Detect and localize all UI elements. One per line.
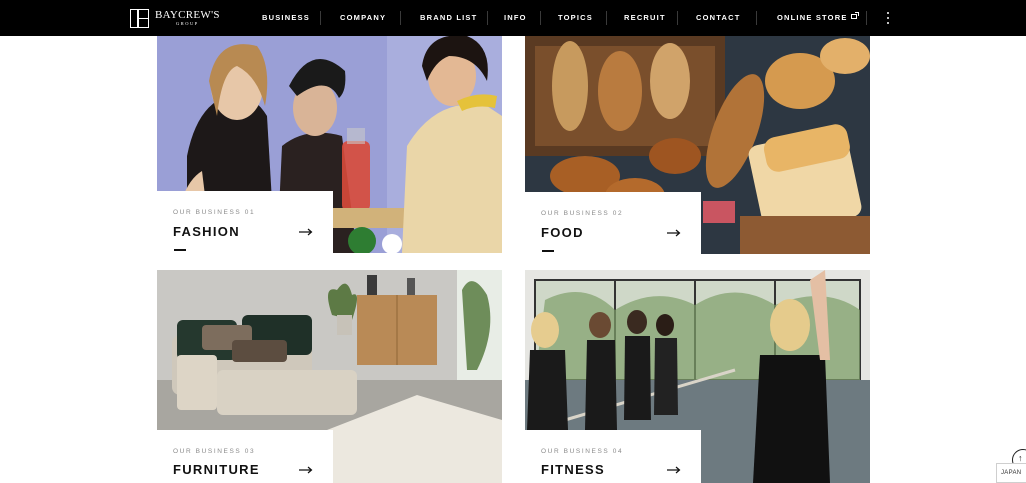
baycrews-logo[interactable]: BAYCREW'S GROUP (130, 7, 220, 29)
business-kicker: OUR BUSINESS 02 (541, 210, 624, 217)
site-header: BAYCREW'S GROUP BUSINESS COMPANY BRAND L… (0, 0, 1026, 36)
nav-contact[interactable]: CONTACT (696, 0, 741, 36)
arrow-right-icon[interactable] (667, 229, 681, 237)
arrow-up-icon: ↑ (1018, 453, 1023, 463)
nav-divider (866, 11, 867, 25)
nav-divider (400, 11, 401, 25)
nav-topics[interactable]: TOPICS (558, 0, 593, 36)
nav-brand-list[interactable]: BRAND LIST (420, 0, 477, 36)
business-title[interactable]: FITNESS (541, 462, 605, 477)
nav-recruit[interactable]: RECRUIT (624, 0, 666, 36)
nav-online-store-label: ONLINE STORE (777, 13, 848, 22)
nav-online-store[interactable]: ONLINE STORE (777, 0, 859, 36)
business-kicker: OUR BUSINESS 04 (541, 448, 624, 455)
arrow-right-icon[interactable] (299, 466, 313, 474)
nav-divider (320, 11, 321, 25)
arrow-right-icon[interactable] (667, 466, 681, 474)
nav-info[interactable]: INFO (504, 0, 527, 36)
nav-divider (677, 11, 678, 25)
business-title[interactable]: FOOD (541, 225, 584, 240)
business-card-fashion[interactable]: OUR BUSINESS 01 FASHION (157, 36, 502, 253)
business-title[interactable]: FURNITURE (173, 462, 260, 477)
business-kicker: OUR BUSINESS 03 (173, 448, 256, 455)
business-label-box: OUR BUSINESS 02 FOOD (525, 192, 701, 254)
nav-business[interactable]: BUSINESS (262, 0, 310, 36)
nav-company[interactable]: COMPANY (340, 0, 386, 36)
business-label-box: OUR BUSINESS 03 FURNITURE (157, 430, 333, 483)
logo-sub: GROUP (176, 20, 199, 26)
business-card-fitness[interactable]: OUR BUSINESS 04 FITNESS (525, 270, 870, 483)
logo-mark-icon (130, 8, 149, 28)
active-indicator (174, 249, 186, 251)
business-kicker: OUR BUSINESS 01 (173, 209, 256, 216)
nav-divider (606, 11, 607, 25)
nav-divider (487, 11, 488, 25)
external-link-icon (850, 12, 859, 19)
language-selector[interactable]: JAPAN (996, 463, 1026, 483)
nav-divider (540, 11, 541, 25)
business-title[interactable]: FASHION (173, 224, 240, 239)
business-label-box: OUR BUSINESS 04 FITNESS (525, 430, 701, 483)
logo-name: BAYCREW'S (155, 8, 220, 21)
business-label-box: OUR BUSINESS 01 FASHION (157, 191, 333, 253)
business-card-furniture[interactable]: OUR BUSINESS 03 FURNITURE (157, 270, 502, 483)
nav-divider (756, 11, 757, 25)
business-card-food[interactable]: OUR BUSINESS 02 FOOD (525, 36, 870, 254)
arrow-right-icon[interactable] (299, 228, 313, 236)
vertical-dots-menu-icon[interactable] (884, 11, 892, 25)
active-indicator (542, 250, 554, 252)
